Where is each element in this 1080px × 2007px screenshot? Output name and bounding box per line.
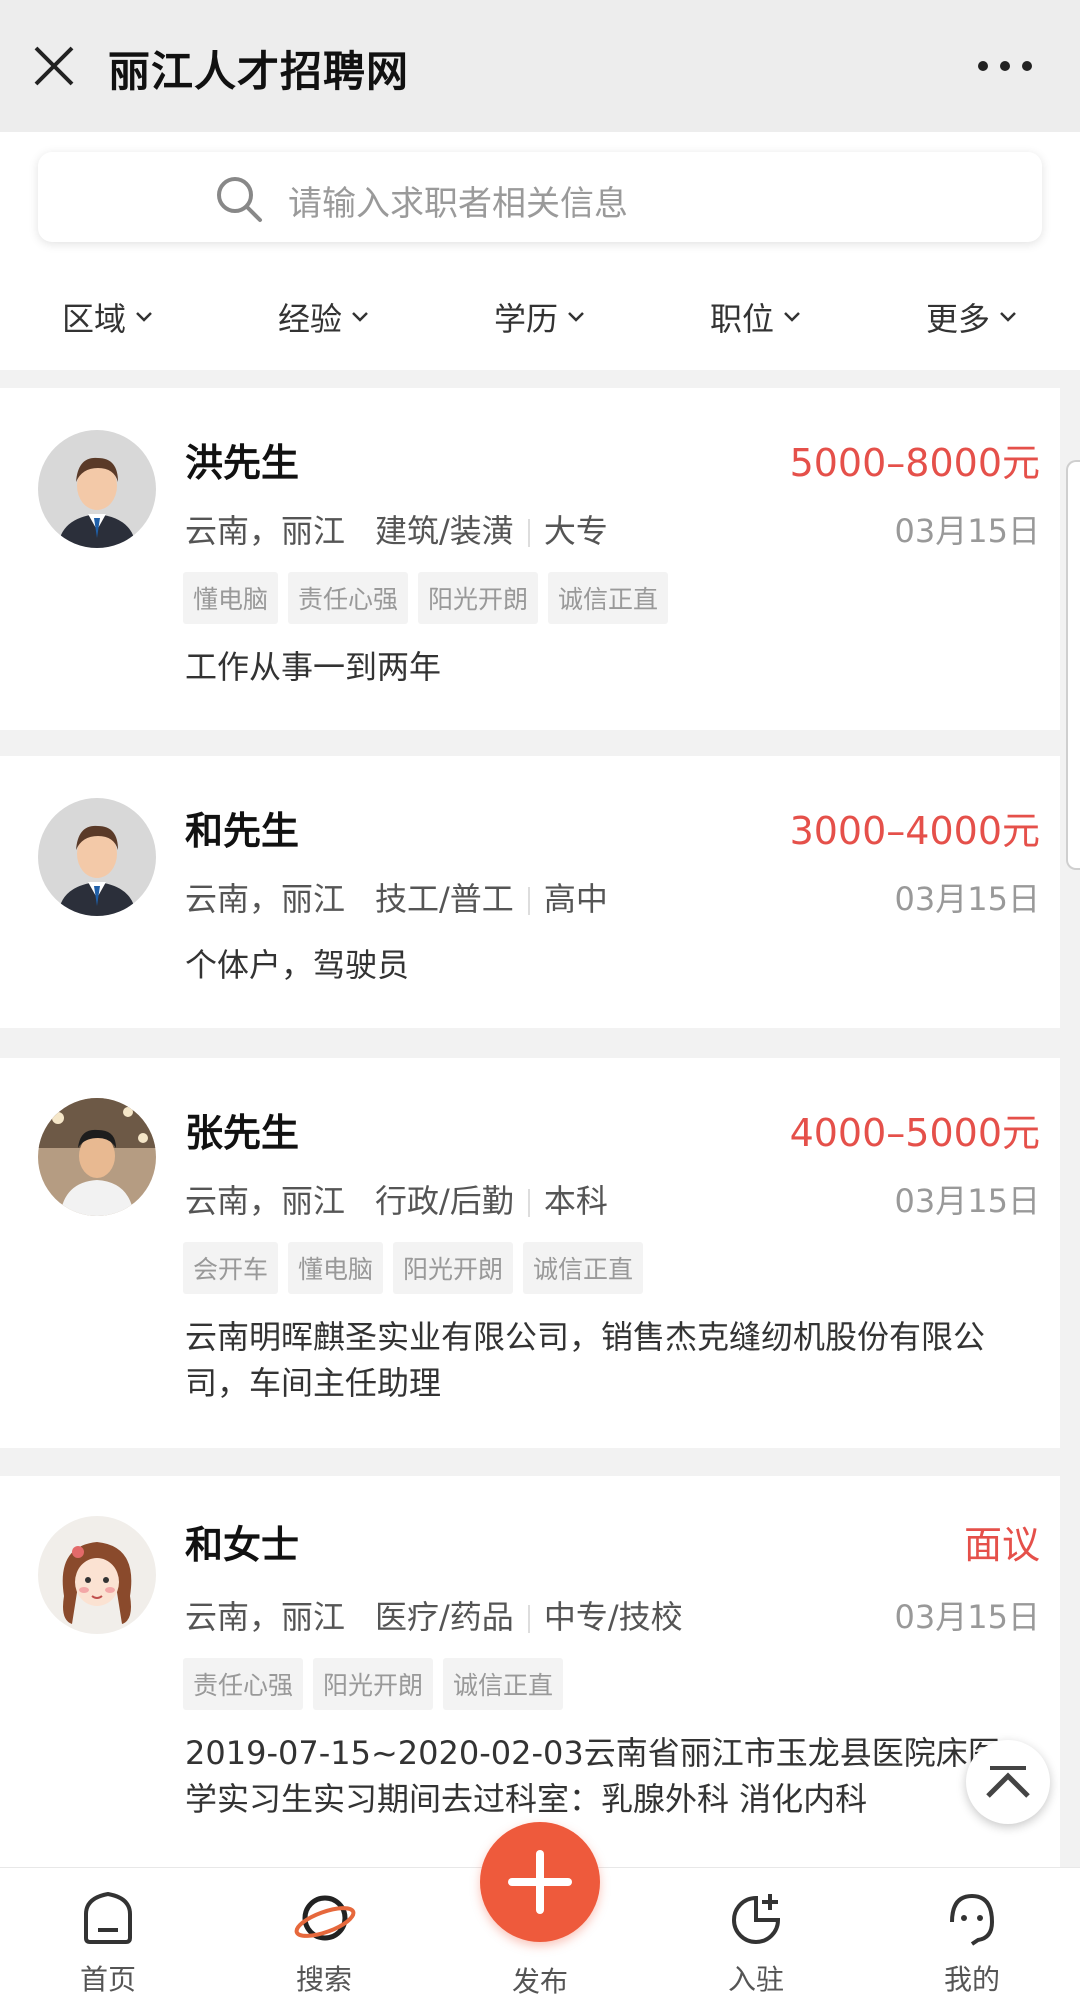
filter-bar: 区域 经验 学历 职位 更多 <box>0 282 1080 352</box>
candidate-meta: 云南，丽江 建筑/装潢 大专 <box>185 506 608 552</box>
location: 云南，丽江 <box>185 1182 346 1220</box>
candidate-name: 和女士 <box>185 1523 300 1567</box>
divider <box>527 519 530 547</box>
tab-home[interactable]: 首页 <box>8 1868 208 2007</box>
avatar <box>38 1516 156 1634</box>
candidate-card[interactable]: 张先生 4000–5000元 云南，丽江 行政/后勤 本科 03月15日 会开车 懂… <box>0 1058 1060 1448</box>
user-icon <box>950 1893 995 1946</box>
job-category: 建筑/装潢 <box>375 512 514 550</box>
job-category: 技工/普工 <box>375 880 514 918</box>
location: 云南，丽江 <box>185 512 346 550</box>
search-icon <box>217 177 262 222</box>
salary: 3000–4000元 <box>789 809 1040 853</box>
page-title: 丽江人才招聘网 <box>108 47 410 96</box>
publish-button[interactable] <box>480 1822 600 1942</box>
filter-experience[interactable]: 经验 <box>216 282 432 352</box>
education: 中专/技校 <box>543 1598 683 1636</box>
chevron-down-icon <box>784 312 800 322</box>
candidate-meta: 云南，丽江 行政/后勤 本科 <box>185 1176 608 1222</box>
tag-list: 懂电脑 责任心强 阳光开朗 诚信正直 <box>183 572 678 624</box>
tag: 会开车 <box>183 1242 279 1294</box>
tag: 责任心强 <box>288 572 409 624</box>
divider <box>527 887 530 915</box>
chevron-down-icon <box>136 312 152 322</box>
candidate-meta: 云南，丽江 医疗/药品 中专/技校 <box>185 1592 683 1638</box>
tag: 阳光开朗 <box>313 1658 434 1710</box>
search-filter-panel: 请输入求职者相关信息 区域 经验 学历 职位 更多 <box>0 132 1080 370</box>
candidate-description: 工作从事一到两年 <box>185 648 442 686</box>
plus-icon <box>508 1850 572 1914</box>
candidate-description: 2019-07-15~2020-02-03云南省丽江市玉龙县医院床医学实习生实习… <box>185 1734 1000 1818</box>
chevron-down-icon <box>1000 312 1016 322</box>
education: 本科 <box>543 1182 608 1220</box>
title-bar: 丽江人才招聘网 <box>0 0 1080 132</box>
divider <box>527 1605 530 1633</box>
tag-list: 会开车 懂电脑 阳光开朗 诚信正直 <box>183 1242 653 1294</box>
tab-join[interactable]: 入驻 <box>656 1868 856 2007</box>
more-icon[interactable] <box>975 44 1035 88</box>
location: 云南，丽江 <box>185 1598 346 1636</box>
arrow-up-icon <box>986 1766 1030 1798</box>
tag: 阳光开朗 <box>393 1242 514 1294</box>
candidate-card[interactable]: 和先生 3000–4000元 云南，丽江 技工/普工 高中 03月15日 个体户，驾… <box>0 756 1060 1028</box>
avatar <box>38 1098 156 1216</box>
tag: 阳光开朗 <box>418 572 539 624</box>
filter-education[interactable]: 学历 <box>432 282 648 352</box>
post-date: 03月15日 <box>894 1182 1040 1220</box>
search-placeholder: 请输入求职者相关信息 <box>288 184 628 224</box>
candidate-name: 洪先生 <box>185 441 300 485</box>
chevron-down-icon <box>352 312 368 322</box>
avatar <box>38 798 156 916</box>
tag: 诚信正直 <box>443 1658 564 1710</box>
salary: 面议 <box>963 1523 1040 1567</box>
job-category: 医疗/药品 <box>375 1598 514 1636</box>
candidate-card[interactable]: 和女士 面议 云南，丽江 医疗/药品 中专/技校 03月15日 责任心强 阳光开朗 … <box>0 1476 1060 1867</box>
filter-position[interactable]: 职位 <box>648 282 864 352</box>
side-scroll-handle[interactable] <box>1066 460 1080 870</box>
close-icon[interactable] <box>32 44 76 88</box>
planet-icon <box>294 1895 356 1941</box>
pie-chart-icon <box>732 1894 781 1944</box>
post-date: 03月15日 <box>894 512 1040 550</box>
candidate-meta: 云南，丽江 技工/普工 高中 <box>185 874 608 920</box>
job-category: 行政/后勤 <box>375 1182 514 1220</box>
tag: 懂电脑 <box>183 572 279 624</box>
candidate-name: 张先生 <box>185 1111 300 1155</box>
chevron-down-icon <box>568 312 584 322</box>
location: 云南，丽江 <box>185 880 346 918</box>
search-input[interactable]: 请输入求职者相关信息 <box>38 152 1042 242</box>
post-date: 03月15日 <box>894 1598 1040 1636</box>
avatar <box>38 430 156 548</box>
candidate-card[interactable]: 洪先生 5000–8000元 云南，丽江 建筑/装潢 大专 03月15日 懂电脑 责… <box>0 388 1060 730</box>
home-icon <box>84 1891 132 1944</box>
filter-region[interactable]: 区域 <box>0 282 216 352</box>
candidate-name: 和先生 <box>185 809 300 853</box>
tag: 诚信正直 <box>523 1242 644 1294</box>
tab-mine[interactable]: 我的 <box>872 1868 1072 2007</box>
tag: 诚信正直 <box>548 572 669 624</box>
post-date: 03月15日 <box>894 880 1040 918</box>
divider <box>527 1189 530 1217</box>
education: 高中 <box>543 880 608 918</box>
back-to-top-button[interactable] <box>966 1740 1050 1824</box>
salary: 4000–5000元 <box>789 1111 1040 1155</box>
candidate-description: 云南明晖麒圣实业有限公司，销售杰克缝纫机股份有限公司，车间主任助理 <box>185 1318 986 1402</box>
tab-search[interactable]: 搜索 <box>224 1868 424 2007</box>
candidate-description: 个体户，驾驶员 <box>185 946 410 984</box>
education: 大专 <box>543 512 608 550</box>
tag: 责任心强 <box>183 1658 304 1710</box>
tag: 懂电脑 <box>288 1242 384 1294</box>
filter-more[interactable]: 更多 <box>864 282 1080 352</box>
salary: 5000–8000元 <box>789 441 1040 485</box>
tag-list: 责任心强 阳光开朗 诚信正直 <box>183 1658 573 1710</box>
